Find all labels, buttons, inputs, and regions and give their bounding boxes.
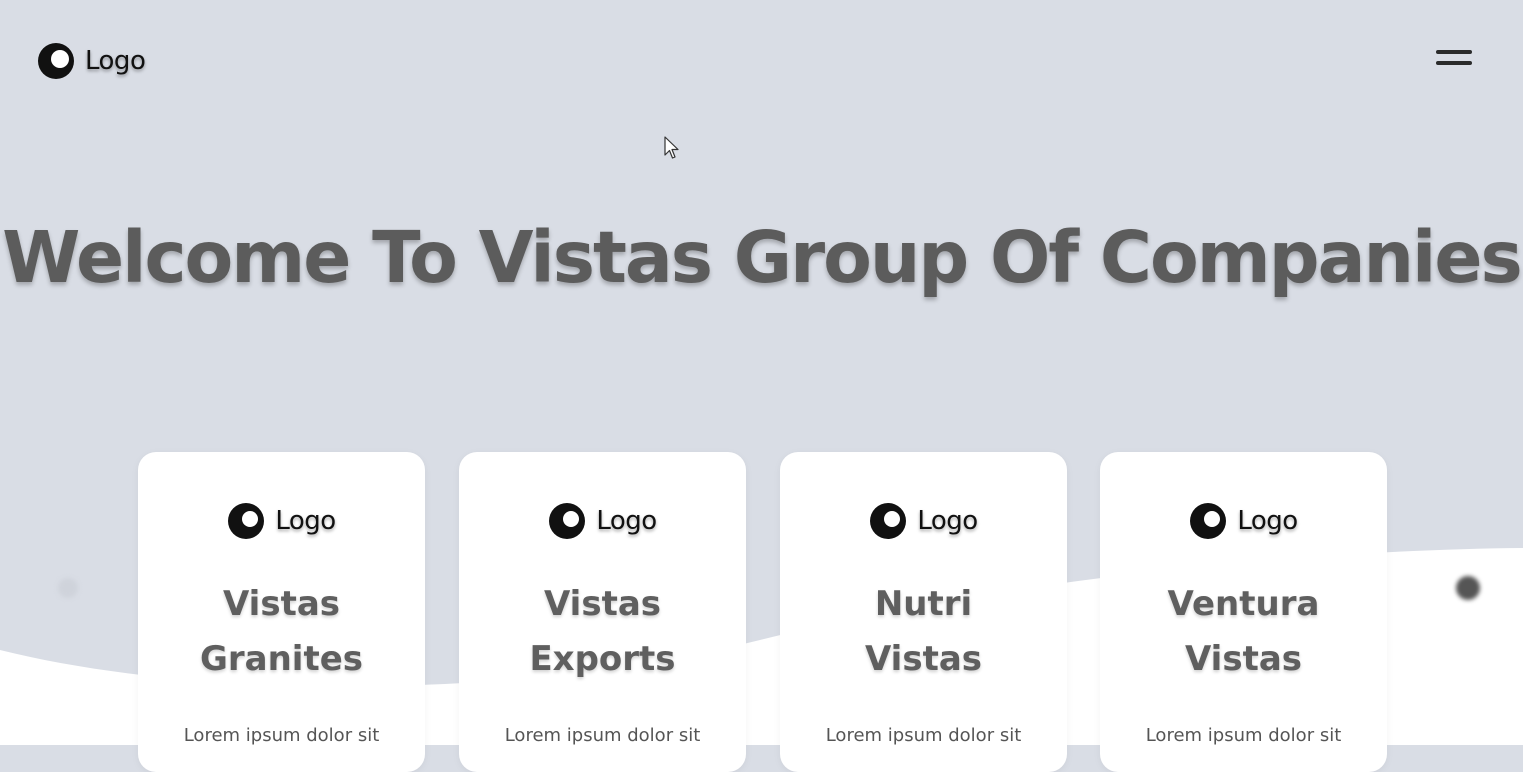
company-card-nutri-vistas[interactable]: Logo Nutri Vistas Lorem ipsum dolor sit xyxy=(780,452,1067,772)
card-logo-text: Logo xyxy=(1237,506,1298,536)
carousel-prev-dot[interactable] xyxy=(58,578,78,598)
card-logo-text: Logo xyxy=(917,506,978,536)
card-title-line: Vistas xyxy=(543,584,662,624)
card-logo-text: Logo xyxy=(275,506,336,536)
logo-icon xyxy=(869,502,907,540)
card-logo: Logo xyxy=(138,502,425,540)
card-logo: Logo xyxy=(1100,502,1387,540)
company-card-vistas-exports[interactable]: Logo Vistas Exports Lorem ipsum dolor si… xyxy=(459,452,746,772)
card-description: Lorem ipsum dolor sit xyxy=(183,725,380,746)
card-description: Lorem ipsum dolor sit xyxy=(1145,725,1342,746)
company-card-vistas-granites[interactable]: Logo Vistas Granites Lorem ipsum dolor s… xyxy=(138,452,425,772)
logo-icon xyxy=(227,502,265,540)
card-title: Vistas Granites xyxy=(138,577,425,687)
card-title-line: Ventura xyxy=(1167,584,1320,624)
card-title-line: Vistas xyxy=(864,639,983,679)
site-header: Logo xyxy=(0,0,1523,118)
card-title-line: Vistas xyxy=(222,584,341,624)
card-title-line: Exports xyxy=(529,639,676,679)
card-description: Lorem ipsum dolor sit xyxy=(504,725,701,746)
hamburger-menu-icon xyxy=(1436,61,1472,65)
page-title: Welcome To Vistas Group Of Companies xyxy=(2,216,1523,299)
logo-icon xyxy=(548,502,586,540)
logo-icon xyxy=(1189,502,1227,540)
card-title-line: Granites xyxy=(199,639,364,679)
carousel-next-dot[interactable] xyxy=(1456,576,1480,600)
card-logo: Logo xyxy=(459,502,746,540)
hamburger-menu-icon xyxy=(1436,50,1472,54)
header-logo-text: Logo xyxy=(85,46,146,76)
card-title: Ventura Vistas xyxy=(1100,577,1387,687)
logo-icon xyxy=(37,42,75,80)
hamburger-menu-button[interactable] xyxy=(1434,47,1474,69)
card-logo: Logo xyxy=(780,502,1067,540)
mouse-cursor-icon xyxy=(664,136,679,159)
card-description: Lorem ipsum dolor sit xyxy=(825,725,1022,746)
company-card-ventura-vistas[interactable]: Logo Ventura Vistas Lorem ipsum dolor si… xyxy=(1100,452,1387,772)
card-title-line: Vistas xyxy=(1184,639,1303,679)
card-logo-text: Logo xyxy=(596,506,657,536)
card-title: Nutri Vistas xyxy=(780,577,1067,687)
header-logo[interactable]: Logo xyxy=(37,42,146,80)
card-title-line: Nutri xyxy=(874,584,973,624)
card-title: Vistas Exports xyxy=(459,577,746,687)
